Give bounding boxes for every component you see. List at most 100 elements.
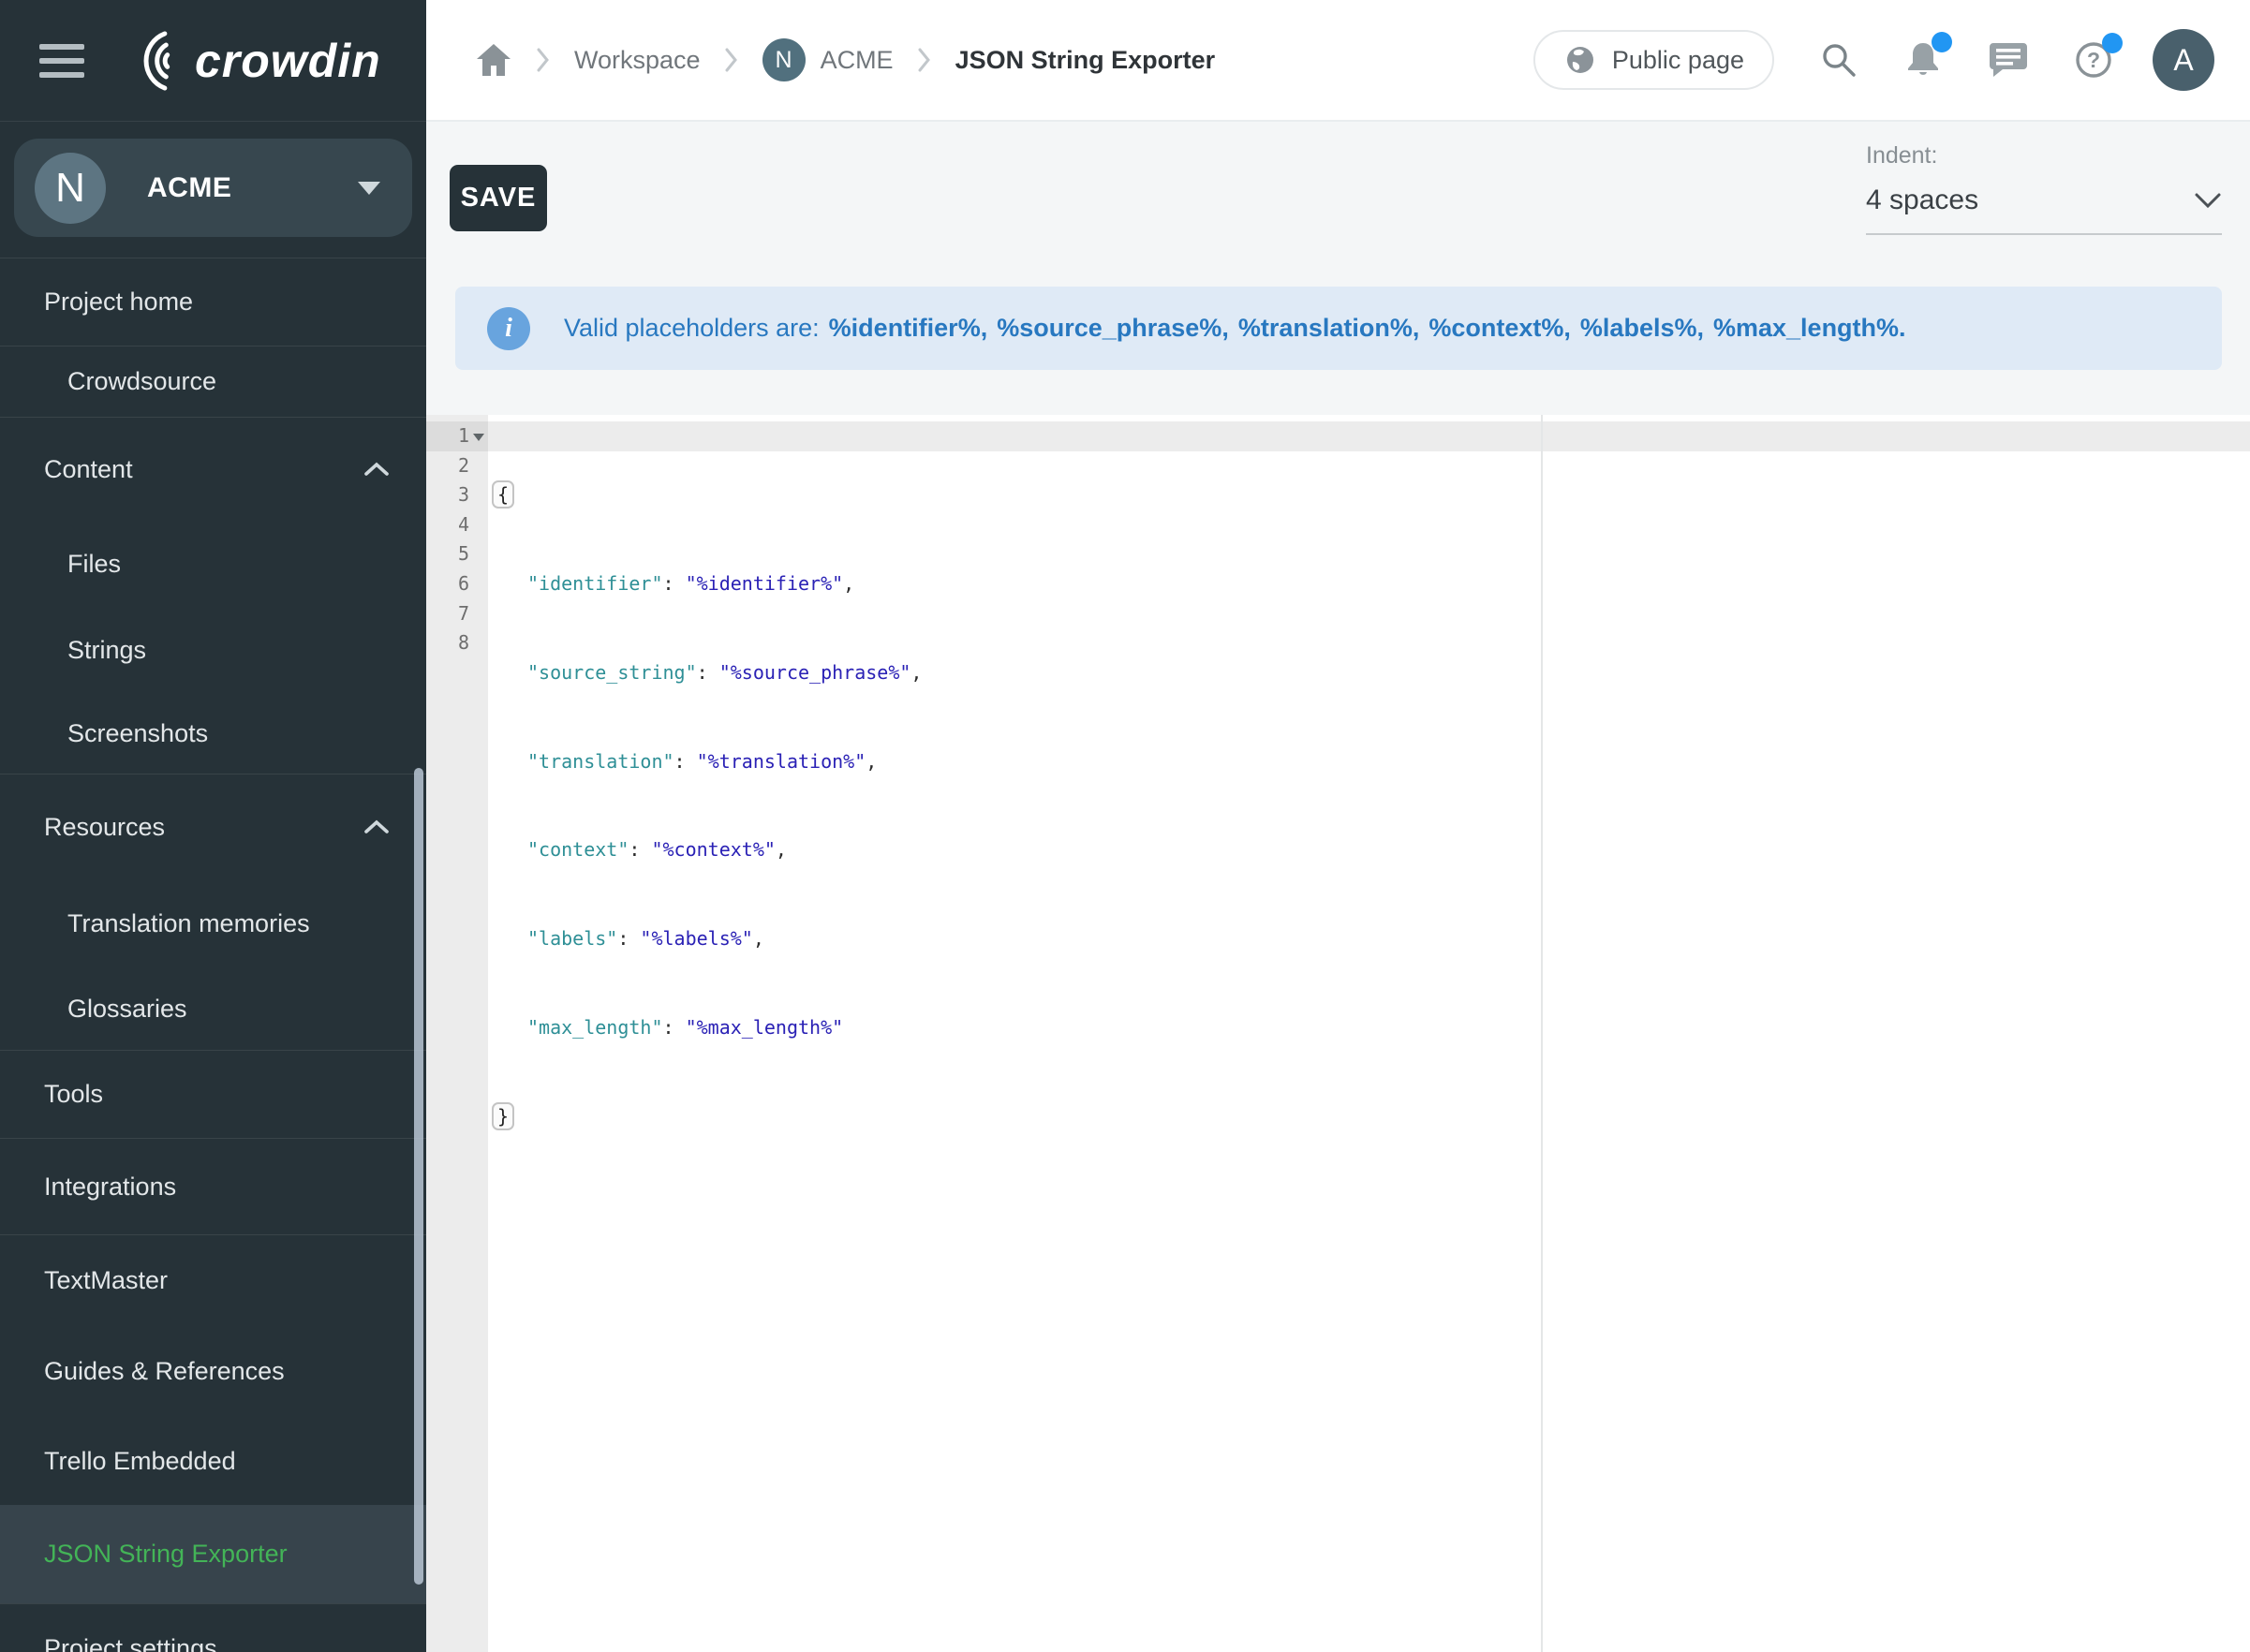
json-comma: , <box>776 838 787 861</box>
code-line: "labels": "%labels%", <box>492 924 922 954</box>
json-value: "%max_length%" <box>686 1016 844 1039</box>
line-number: 5 <box>426 539 469 569</box>
indent-select[interactable]: 4 spaces <box>1866 184 2222 235</box>
sidebar-item-json-string-exporter[interactable]: JSON String Exporter <box>0 1505 426 1603</box>
line-number: 6 <box>426 569 469 599</box>
sidebar-scrollbar[interactable] <box>414 768 423 1585</box>
chat-icon <box>1988 40 2029 80</box>
placeholder: %identifier%, <box>829 314 988 342</box>
json-colon: : <box>663 572 686 595</box>
crowdin-logo-icon <box>114 24 187 97</box>
code-line: } <box>492 1102 922 1132</box>
sidebar-item-tools[interactable]: Tools <box>0 1051 426 1138</box>
line-number: 7 <box>426 599 469 629</box>
help-button[interactable]: ? <box>2074 40 2113 80</box>
json-comma: , <box>843 572 854 595</box>
sidebar-item-label: Guides & References <box>44 1357 285 1386</box>
sidebar-item-crowdsource[interactable]: Crowdsource <box>0 347 426 417</box>
sidebar-section-label: Resources <box>44 813 165 842</box>
json-key: "translation" <box>527 750 674 773</box>
placeholder: %translation%, <box>1238 314 1420 342</box>
json-key: "context" <box>527 838 629 861</box>
json-colon: : <box>629 838 651 861</box>
notification-badge <box>1932 32 1952 52</box>
sidebar-item-label: Project settings <box>44 1634 217 1652</box>
sidebar-item-label: JSON String Exporter <box>44 1540 288 1569</box>
line-number: 1 <box>426 421 469 451</box>
json-colon: : <box>617 927 640 950</box>
placeholder: %max_length%. <box>1713 314 1906 342</box>
placeholder: %source_phrase%, <box>997 314 1229 342</box>
placeholder: %labels%, <box>1580 314 1704 342</box>
menu-icon[interactable] <box>39 36 84 86</box>
sidebar-item-label: Crowdsource <box>67 367 216 396</box>
json-key: "max_length" <box>527 1016 663 1039</box>
public-page-button[interactable]: Public page <box>1533 30 1774 90</box>
sidebar-item-label: Strings <box>67 636 146 665</box>
chevron-right-icon <box>725 48 738 72</box>
json-comma: , <box>866 750 877 773</box>
info-banner: i Valid placeholders are:%identifier%,%s… <box>455 287 2222 370</box>
sidebar-section-resources[interactable]: Resources <box>0 774 426 879</box>
sidebar-item-label: TextMaster <box>44 1266 168 1295</box>
crowdin-logo[interactable]: crowdin <box>114 24 381 97</box>
sidebar-item-project-home[interactable]: Project home <box>0 258 426 346</box>
code-editor[interactable]: 1 2 3 4 5 6 7 8 { "identifier": "%identi… <box>426 415 2250 1652</box>
public-page-label: Public page <box>1612 46 1744 75</box>
json-key: "labels" <box>527 927 617 950</box>
open-brace: { <box>492 480 514 509</box>
user-avatar[interactable]: A <box>2153 29 2214 91</box>
search-button[interactable] <box>1819 40 1858 80</box>
save-button[interactable]: SAVE <box>450 165 547 231</box>
code-content[interactable]: { "identifier": "%identifier%", "source_… <box>492 421 922 1190</box>
sidebar-item-guides-references[interactable]: Guides & References <box>0 1325 426 1417</box>
sidebar-item-glossaries[interactable]: Glossaries <box>0 968 426 1050</box>
code-line: "max_length": "%max_length%" <box>492 1013 922 1043</box>
sidebar-item-label: Translation memories <box>67 909 310 938</box>
line-number: 4 <box>426 510 469 540</box>
sidebar-item-project-settings[interactable]: Project settings <box>0 1604 426 1652</box>
sidebar-header: crowdin <box>0 0 426 122</box>
sidebar-item-trello-embedded[interactable]: Trello Embedded <box>0 1417 426 1505</box>
project-avatar: N <box>35 153 106 224</box>
chevron-right-icon <box>918 48 931 72</box>
sidebar: crowdin N ACME Project home Crowdsource … <box>0 0 426 1652</box>
line-number: 3 <box>426 480 469 510</box>
topbar-actions: Public page ? A <box>1533 29 2214 91</box>
messages-button[interactable] <box>1988 40 2029 80</box>
chevron-up-icon <box>364 819 389 834</box>
sidebar-item-screenshots[interactable]: Screenshots <box>0 693 426 774</box>
topbar: Workspace N ACME JSON String Exporter Pu… <box>426 0 2250 122</box>
project-selector[interactable]: N ACME <box>14 139 412 237</box>
svg-text:?: ? <box>2087 48 2100 72</box>
json-value: "%labels%" <box>640 927 752 950</box>
sidebar-item-files[interactable]: Files <box>0 521 426 607</box>
code-line: "source_string": "%source_phrase%", <box>492 658 922 688</box>
sidebar-item-label: Project home <box>44 288 193 317</box>
indent-control: Indent: 4 spaces <box>1866 142 2222 235</box>
breadcrumb-workspace[interactable]: Workspace <box>574 46 701 75</box>
code-line: "identifier": "%identifier%", <box>492 569 922 599</box>
sidebar-item-integrations[interactable]: Integrations <box>0 1139 426 1234</box>
line-number: 8 <box>426 628 469 658</box>
fold-toggle-icon[interactable] <box>473 434 484 441</box>
search-icon <box>1819 40 1858 80</box>
sidebar-item-strings[interactable]: Strings <box>0 607 426 693</box>
brand-name: crowdin <box>195 34 381 88</box>
json-comma: , <box>910 661 922 684</box>
help-badge <box>2102 33 2123 53</box>
json-value: "%context%" <box>651 838 775 861</box>
breadcrumb: Workspace N ACME JSON String Exporter <box>475 38 1215 81</box>
line-number: 2 <box>426 451 469 481</box>
json-value: "%source_phrase%" <box>719 661 911 684</box>
sidebar-item-textmaster[interactable]: TextMaster <box>0 1235 426 1325</box>
json-colon: : <box>663 1016 686 1039</box>
sidebar-section-content[interactable]: Content <box>0 418 426 521</box>
sidebar-item-translation-memories[interactable]: Translation memories <box>0 879 426 968</box>
json-value: "%translation%" <box>697 750 866 773</box>
close-brace: } <box>492 1102 514 1130</box>
home-icon[interactable] <box>475 43 512 77</box>
breadcrumb-project[interactable]: ACME <box>821 46 894 75</box>
notifications-button[interactable] <box>1903 39 1943 81</box>
json-key: "source_string" <box>527 661 697 684</box>
